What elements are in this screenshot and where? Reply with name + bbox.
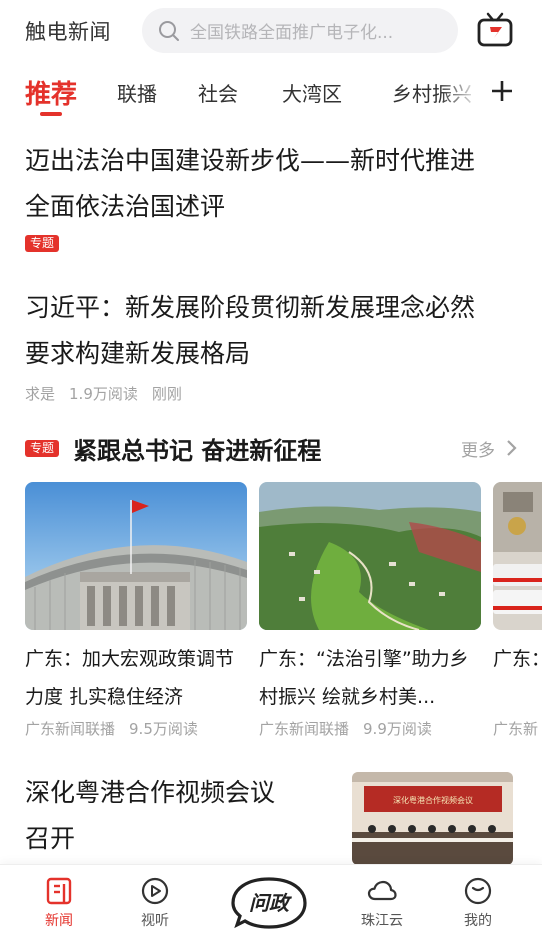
search-bar[interactable]: 全国铁路全面推广电子化...: [142, 8, 458, 53]
topic-card[interactable]: 广东：输方式 广东新: [493, 482, 542, 739]
article-meta: 求是 1.9万阅读 刚刚: [25, 383, 517, 404]
topic-card[interactable]: 广东：“法治引擎”助力乡村振兴 绘就乡村美... 广东新闻联播 9.9万阅读: [259, 482, 481, 739]
nav-label: 新闻: [45, 913, 73, 929]
topic-title[interactable]: 紧跟总书记 奋进新征程: [73, 431, 321, 466]
card-title[interactable]: 广东：输方式: [493, 640, 542, 716]
cloud-icon: [367, 880, 397, 901]
card-image-rural-landscape[interactable]: [259, 482, 481, 630]
news-icon: [46, 877, 72, 905]
nav-video[interactable]: 视听: [125, 877, 185, 930]
article-title-line[interactable]: 习近平：新发展阶段贯彻新发展理念必然: [25, 285, 517, 331]
article-title-line[interactable]: 要求构建新发展格局: [25, 331, 517, 377]
tabs-fade-overlay: [440, 68, 490, 116]
play-icon: [141, 877, 169, 905]
article-time: 刚刚: [151, 385, 182, 403]
card-reads: 9.5万阅读: [129, 720, 198, 738]
card-image-bus-depot[interactable]: [493, 482, 542, 630]
tab-recommend[interactable]: 推荐: [25, 74, 77, 111]
topic-card-carousel[interactable]: 广东：加大宏观政策调节力度 扎实稳住经济 广东新闻联播 9.5万阅读 广东：“法治…: [0, 482, 542, 742]
tab-society[interactable]: 社会: [198, 78, 238, 107]
card-image-bank-building[interactable]: [25, 482, 247, 630]
card-reads: 9.9万阅读: [363, 720, 432, 738]
article-item[interactable]: 深化粤港合作视频会议 召开: [25, 770, 325, 862]
topic-badge: 专题: [25, 235, 60, 252]
article-title-line[interactable]: 深化粤港合作视频会议: [25, 770, 325, 816]
nav-center-label: 问政: [249, 891, 292, 915]
topic-header: 专题 紧跟总书记 奋进新征程 更多: [25, 430, 517, 466]
nav-label: 视听: [141, 913, 169, 929]
nav-zhujiangyun[interactable]: 珠江云: [352, 877, 412, 930]
card-meta: 广东新闻联播 9.9万阅读: [259, 718, 481, 739]
search-placeholder[interactable]: 全国铁路全面推广电子化...: [190, 18, 430, 43]
nav-profile[interactable]: 我的: [448, 877, 508, 930]
app-title: 触电新闻: [25, 20, 111, 44]
wenzheng-logo[interactable]: 问政: [229, 875, 309, 931]
add-channel-icon[interactable]: [490, 79, 514, 103]
active-tab-indicator: [40, 112, 62, 116]
chevron-right-icon[interactable]: [505, 439, 517, 457]
topic-badge: 专题: [25, 440, 60, 457]
article-source: 求是: [25, 385, 56, 403]
channel-tabs: 推荐 联播 社会 大湾区 乡村振兴: [0, 68, 542, 120]
article-reads: 1.9万阅读: [69, 385, 138, 403]
card-title[interactable]: 广东：加大宏观政策调节力度 扎实稳住经济: [25, 640, 247, 716]
header: 触电新闻 全国铁路全面推广电子化...: [0, 0, 542, 62]
article-thumbnail-meeting[interactable]: 深化粤港合作视频会议: [352, 772, 513, 865]
nav-label: 珠江云: [361, 913, 403, 929]
thumbnail-caption: 深化粤港合作视频会议: [393, 795, 473, 805]
tab-greater-bay-area[interactable]: 大湾区: [282, 78, 342, 107]
article-item[interactable]: 习近平：新发展阶段贯彻新发展理念必然 要求构建新发展格局 求是 1.9万阅读 刚刚: [25, 285, 517, 404]
card-source: 广东新闻联播: [259, 720, 350, 738]
article-title-line[interactable]: 全面依法治国述评: [25, 184, 517, 230]
bottom-nav: 新闻 视听 问政 珠江云 我的: [0, 864, 542, 942]
tv-icon[interactable]: [476, 12, 514, 48]
card-title[interactable]: 广东：“法治引擎”助力乡村振兴 绘就乡村美...: [259, 640, 481, 716]
card-meta: 广东新闻联播 9.5万阅读: [25, 718, 247, 739]
card-source: 广东新: [493, 720, 539, 738]
article-title-line[interactable]: 迈出法治中国建设新步伐——新时代推进: [25, 138, 517, 184]
card-source: 广东新闻联播: [25, 720, 116, 738]
article-item[interactable]: 迈出法治中国建设新步伐——新时代推进 全面依法治国述评 专题: [25, 138, 517, 252]
card-meta: 广东新: [493, 718, 542, 739]
article-title-line[interactable]: 召开: [25, 816, 325, 862]
search-icon: [159, 20, 179, 41]
nav-news[interactable]: 新闻: [29, 877, 89, 930]
tab-lianbo[interactable]: 联播: [117, 78, 157, 107]
more-link[interactable]: 更多: [461, 436, 495, 461]
nav-label: 我的: [464, 913, 492, 929]
profile-icon: [464, 877, 492, 905]
topic-card[interactable]: 广东：加大宏观政策调节力度 扎实稳住经济 广东新闻联播 9.5万阅读: [25, 482, 247, 739]
